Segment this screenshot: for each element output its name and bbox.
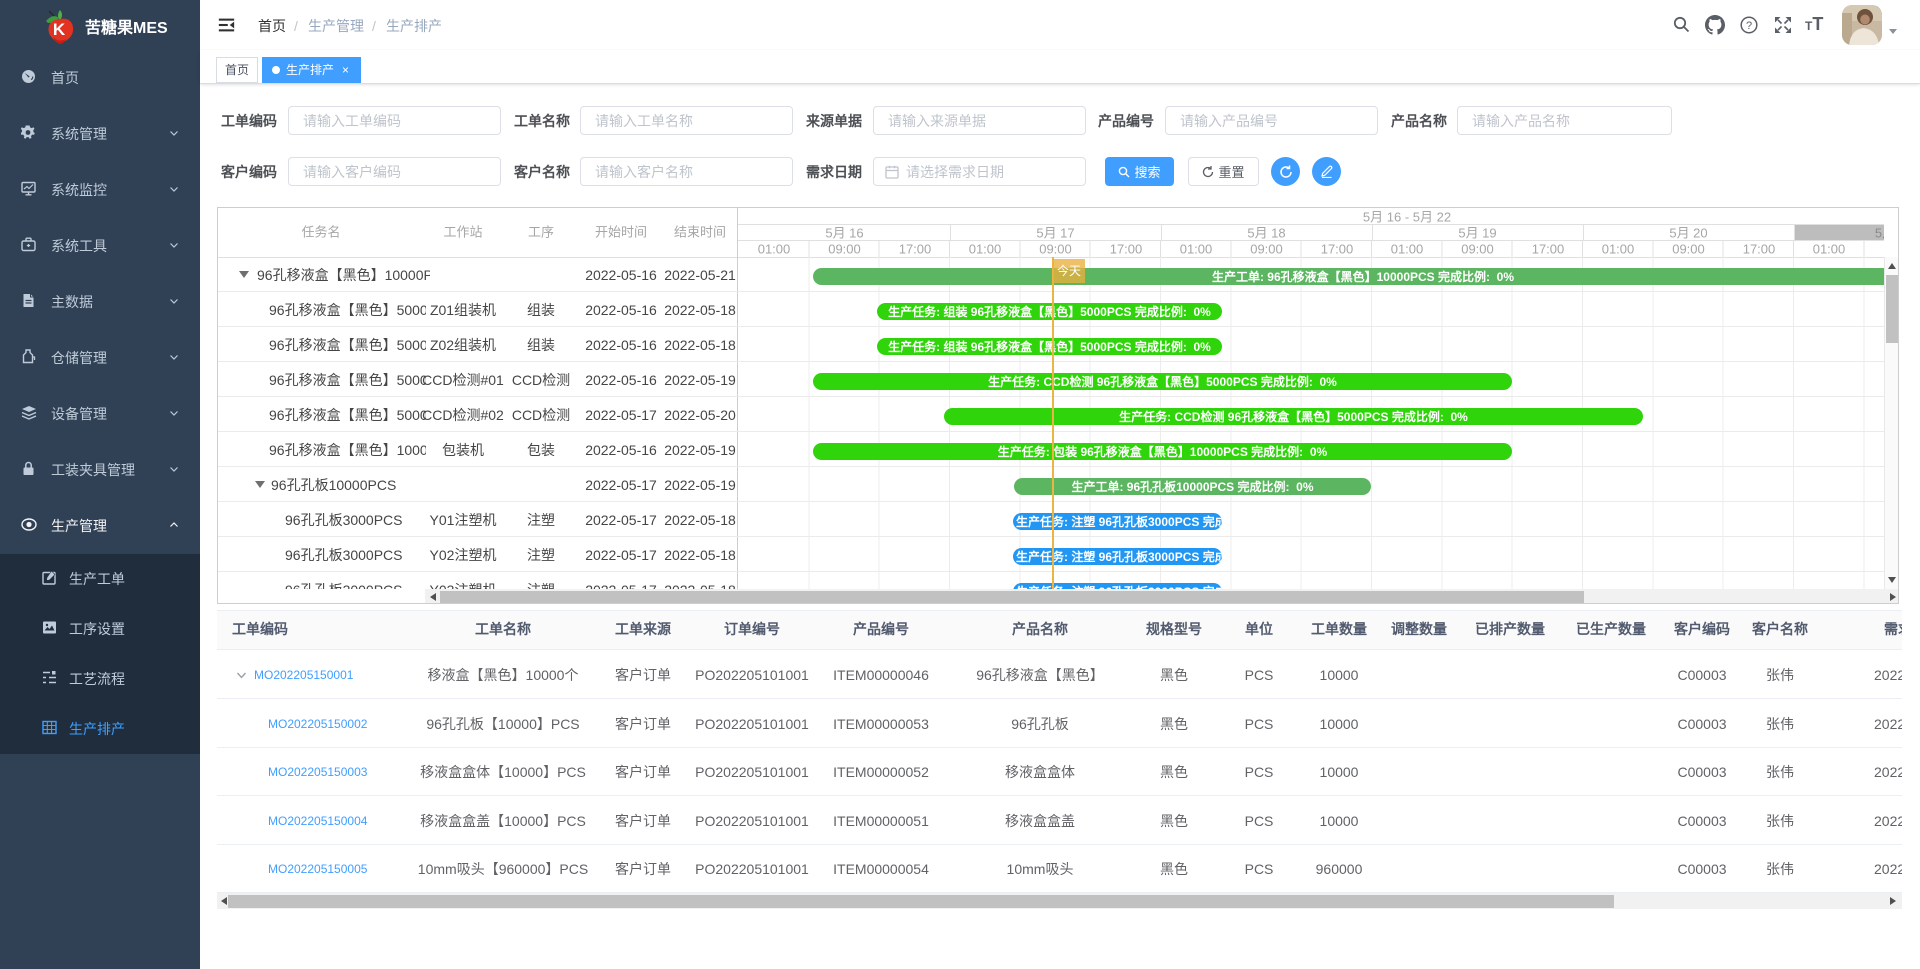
svg-text:?: ?	[1746, 20, 1752, 32]
svg-text:K: K	[53, 20, 66, 39]
